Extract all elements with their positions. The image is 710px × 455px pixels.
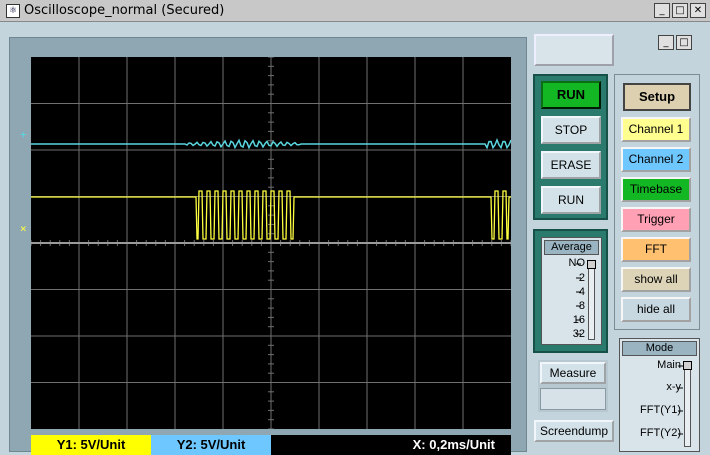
mode-title: Mode: [622, 341, 697, 356]
run-button[interactable]: RUN: [541, 186, 601, 214]
maximize-button[interactable]: □: [672, 3, 688, 18]
channel2-button[interactable]: Channel 2: [621, 147, 691, 172]
mode-selector: Mode Main x-y FFT(Y1) FFT(Y2): [619, 338, 700, 452]
window-controls: _ □ ✕: [654, 3, 706, 18]
ch1-marker[interactable]: +: [20, 128, 27, 141]
average-title: Average: [544, 240, 599, 255]
scope-bezel: + × Y1: 5V/Unit Y2: 5V/Unit X: 0,2ms/Uni…: [9, 37, 527, 455]
measure-field: [540, 388, 606, 410]
show-all-button[interactable]: show all: [621, 267, 691, 292]
average-panel: Average NO 2 4 8 16 32: [533, 229, 608, 353]
timebase-button[interactable]: Timebase: [621, 177, 691, 202]
scope-plot: [31, 57, 511, 429]
app-icon: ⚛: [6, 3, 20, 18]
setup-panel: Setup Channel 1 Channel 2 Timebase Trigg…: [614, 74, 700, 330]
screendump-button[interactable]: Screendump: [534, 420, 614, 442]
measure-button[interactable]: Measure: [540, 362, 606, 384]
y2-scale-label: Y2: 5V/Unit: [151, 435, 271, 455]
setup-title: Setup: [623, 83, 691, 111]
run-button-active[interactable]: RUN: [541, 81, 601, 109]
panel-window-controls: _ □: [658, 35, 692, 50]
blank-top-button[interactable]: [534, 34, 614, 66]
window-title: Oscilloscope_normal (Secured): [24, 3, 225, 18]
erase-button[interactable]: ERASE: [541, 151, 601, 179]
fft-button[interactable]: FFT: [621, 237, 691, 262]
close-button[interactable]: ✕: [690, 3, 706, 18]
average-slider-thumb[interactable]: [587, 260, 596, 269]
channel1-button[interactable]: Channel 1: [621, 117, 691, 142]
measure-group: Measure: [538, 360, 608, 412]
mode-slider-thumb[interactable]: [683, 361, 692, 370]
hide-all-button[interactable]: hide all: [621, 297, 691, 322]
main-frame: + × Y1: 5V/Unit Y2: 5V/Unit X: 0,2ms/Uni…: [0, 22, 710, 455]
title-bar: ⚛ Oscilloscope_normal (Secured) _ □ ✕: [0, 0, 710, 22]
y1-scale-label: Y1: 5V/Unit: [31, 435, 151, 455]
stop-button[interactable]: STOP: [541, 116, 601, 144]
scope-screen: [31, 57, 511, 429]
average-slider-track[interactable]: [588, 260, 595, 340]
panel-maximize-button[interactable]: □: [676, 35, 692, 50]
mode-slider-track[interactable]: [684, 361, 691, 447]
trigger-button[interactable]: Trigger: [621, 207, 691, 232]
run-control-panel: RUN STOP ERASE RUN: [533, 74, 608, 220]
scope-status-bar: Y1: 5V/Unit Y2: 5V/Unit X: 0,2ms/Unit: [31, 435, 511, 455]
average-ticks: [576, 263, 581, 335]
minimize-button[interactable]: _: [654, 3, 670, 18]
panel-minimize-button[interactable]: _: [658, 35, 674, 50]
mode-option[interactable]: FFT(Y2): [640, 427, 681, 439]
x-scale-label: X: 0,2ms/Unit: [412, 437, 495, 452]
mode-option[interactable]: FFT(Y1): [640, 404, 681, 416]
ch2-marker[interactable]: ×: [20, 222, 27, 235]
average-selector: Average NO 2 4 8 16 32: [541, 237, 602, 345]
